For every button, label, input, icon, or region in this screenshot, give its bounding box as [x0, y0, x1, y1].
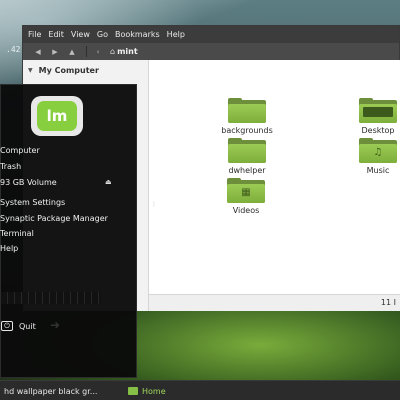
file-item-backgrounds[interactable]: backgrounds [217, 98, 277, 135]
menu-item-system-settings[interactable]: System Settings [0, 198, 65, 207]
menu-go[interactable]: Go [97, 30, 108, 39]
film-icon: ▦ [241, 187, 251, 198]
menu-item-label: Computer [0, 146, 40, 155]
eject-icon[interactable]: ⏏ [105, 178, 112, 186]
file-label: dwhelper [228, 166, 266, 175]
start-menu: lm Computer Trash 93 GB Volume ⏏ System … [0, 84, 137, 378]
menubar: File Edit View Go Bookmarks Help [23, 26, 399, 43]
arrow-right-icon: ➜ [50, 318, 61, 332]
menu-item-label: Trash [0, 162, 22, 171]
file-label: Videos [232, 206, 260, 215]
file-item-music[interactable]: ♫ Music [348, 138, 400, 175]
back-button[interactable]: ◀ [31, 46, 45, 57]
arrow-right-icon: ▶ [52, 47, 58, 56]
music-note-icon: ♫ [373, 147, 383, 158]
desktop-folder-icon [359, 98, 397, 123]
file-item-dwhelper[interactable]: dwhelper [217, 138, 277, 175]
menu-item-label: Help [0, 244, 19, 253]
menu-item-computer[interactable]: Computer [0, 146, 40, 155]
menu-item-terminal[interactable]: Terminal [0, 229, 34, 238]
forward-button[interactable]: ▶ [48, 46, 62, 57]
menu-item-trash[interactable]: Trash [0, 162, 21, 171]
desktop-text: .42 [6, 45, 21, 54]
quit-icon[interactable]: ⏻ [1, 321, 13, 331]
file-label: backgrounds [221, 126, 273, 135]
toolbar-separator [86, 46, 87, 57]
arrow-left-icon: ◀ [35, 47, 41, 56]
status-bar: 11 I [149, 294, 400, 311]
menu-view[interactable]: View [71, 30, 90, 39]
menu-separator [1, 292, 101, 304]
folder-icon [228, 138, 266, 163]
menu-bookmarks[interactable]: Bookmarks [115, 30, 160, 39]
quit-button[interactable]: Quit [19, 322, 36, 331]
menu-help[interactable]: Help [167, 30, 185, 39]
menu-file[interactable]: File [28, 30, 41, 39]
menu-item-label: Synaptic Package Manager [0, 214, 108, 223]
folder-icon [228, 98, 266, 123]
path-prev-button[interactable]: ‹ [91, 46, 105, 57]
folder-icon [128, 387, 138, 395]
toolbar: ◀ ▶ ▲ ‹ ⌂ mint [23, 43, 399, 60]
music-folder-icon: ♫ [359, 138, 397, 163]
pane-resize-handle[interactable]: ⋮ [151, 201, 157, 208]
menu-item-label: System Settings [0, 198, 66, 207]
status-text: 11 I [380, 298, 396, 307]
taskbar-label: hd wallpaper black gr... [4, 386, 98, 396]
sidebar-section-my-computer[interactable]: ▼ My Computer [28, 66, 99, 75]
menu-edit[interactable]: Edit [48, 30, 64, 39]
menu-item-volume[interactable]: 93 GB Volume [0, 178, 57, 187]
location-button-mint[interactable]: mint [117, 47, 138, 56]
menu-item-help[interactable]: Help [0, 244, 18, 253]
video-folder-icon: ▦ [227, 178, 265, 203]
home-icon: ⌂ [110, 47, 116, 56]
chevron-down-icon: ▼ [28, 67, 33, 74]
linux-mint-logo: lm [31, 96, 83, 136]
menu-item-label: Terminal [0, 229, 34, 238]
taskbar: hd wallpaper black gr... Home [0, 380, 400, 400]
up-button[interactable]: ▲ [65, 46, 79, 57]
taskbar-item-wallpaper[interactable]: hd wallpaper black gr... [0, 384, 118, 398]
menu-item-synaptic[interactable]: Synaptic Package Manager [0, 214, 108, 223]
file-view[interactable]: backgrounds Desktop dwhelper ♫ Music ▦ V… [150, 60, 400, 294]
menu-item-label: 93 GB Volume [0, 178, 57, 187]
arrow-up-icon: ▲ [69, 47, 75, 56]
sidebar-header-label: My Computer [38, 66, 99, 75]
file-label: Music [366, 166, 390, 175]
file-item-desktop[interactable]: Desktop [348, 98, 400, 135]
chevron-left-icon: ‹ [96, 47, 100, 56]
taskbar-item-home[interactable]: Home [124, 384, 234, 398]
taskbar-label: Home [142, 386, 166, 396]
file-item-videos[interactable]: ▦ Videos [216, 178, 276, 215]
file-label: Desktop [361, 126, 395, 135]
